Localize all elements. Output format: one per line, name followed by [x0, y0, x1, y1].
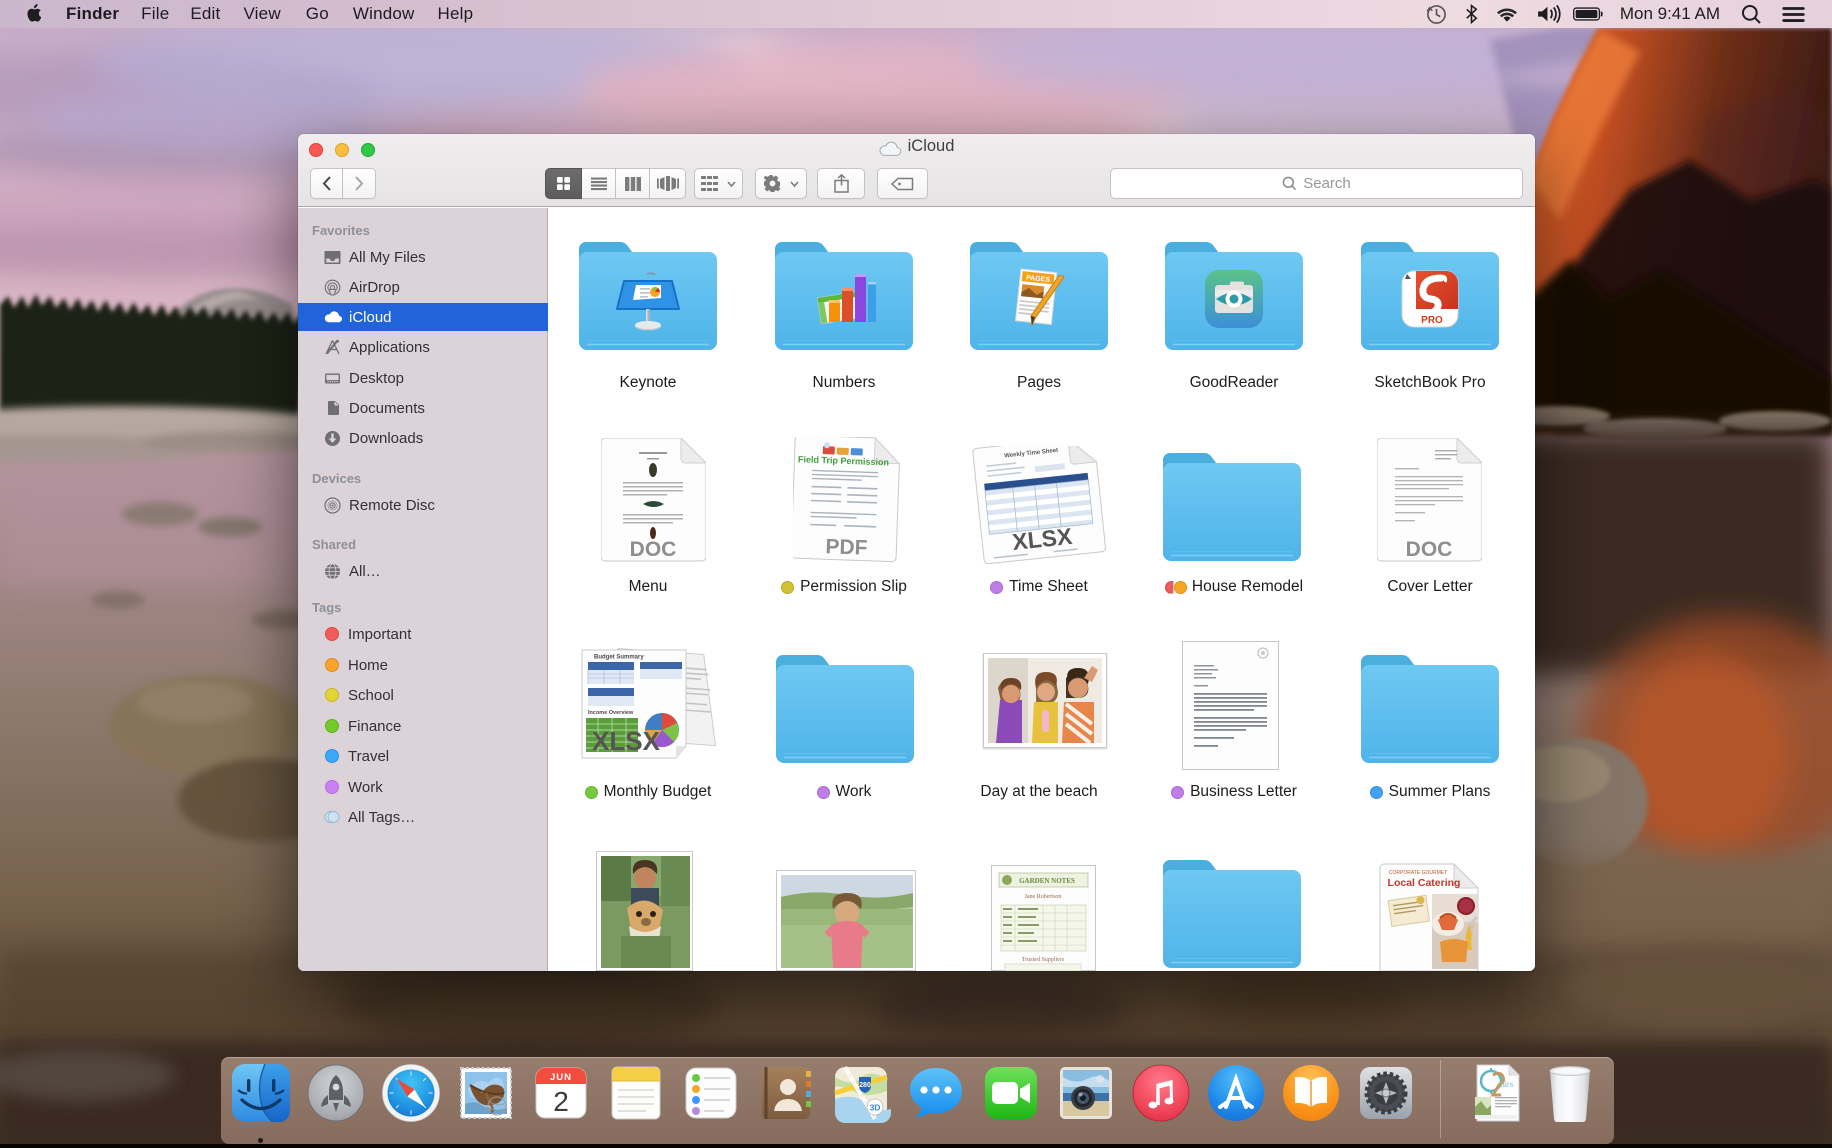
svg-text:CORPORATE GOURMET: CORPORATE GOURMET [1389, 870, 1447, 876]
svg-text:PRO: PRO [1421, 315, 1443, 326]
svg-text:DOC: DOC [1406, 538, 1453, 561]
svg-text:airs: airs [1501, 1080, 1514, 1089]
svg-text:280: 280 [859, 1082, 871, 1089]
svg-text:Income Overview: Income Overview [588, 710, 634, 716]
svg-text:3D: 3D [870, 1103, 881, 1113]
svg-text:XLSX: XLSX [592, 726, 661, 756]
svg-text:GARDEN NOTES: GARDEN NOTES [1019, 877, 1075, 885]
svg-text:Jane Robertson: Jane Robertson [1025, 894, 1062, 900]
svg-text:DOC: DOC [630, 538, 677, 561]
svg-text:Trusted Suppliers: Trusted Suppliers [1022, 957, 1065, 963]
svg-text:Local Catering: Local Catering [1388, 877, 1461, 889]
svg-text:Budget Summary: Budget Summary [594, 655, 644, 661]
svg-text:JUN: JUN [550, 1072, 572, 1083]
svg-text:2: 2 [553, 1086, 569, 1117]
svg-text:PDF: PDF [825, 535, 868, 559]
